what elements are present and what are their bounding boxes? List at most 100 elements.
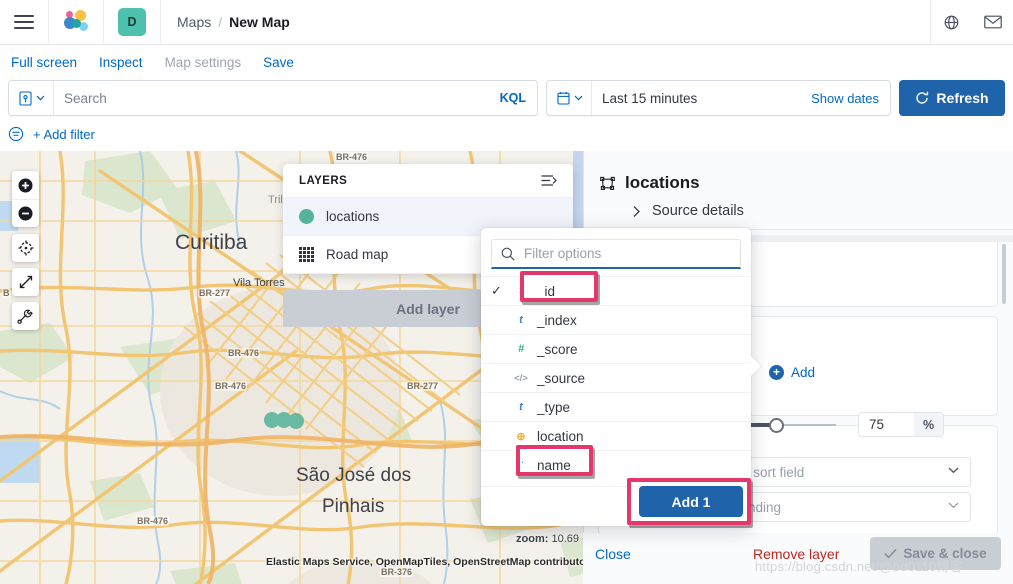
chevron-down-icon [948, 502, 959, 509]
opacity-input[interactable] [859, 413, 914, 436]
date-picker: Last 15 minutes Show dates [546, 80, 891, 116]
refresh-label: Refresh [936, 90, 989, 106]
chrome-spacer [290, 0, 931, 45]
fullscreen-button[interactable] [12, 268, 39, 296]
menu-item-full-screen[interactable]: Full screen [11, 55, 77, 70]
space-switcher[interactable]: D [104, 0, 161, 45]
plus-circle-icon: + [769, 365, 784, 380]
opacity-unit: % [914, 413, 944, 436]
field-type-icon: t [519, 314, 523, 326]
breadcrumb: Maps / New Map [161, 14, 290, 30]
field-option-_id[interactable]: ✓ t _id [481, 276, 751, 305]
field-filter-input[interactable] [522, 245, 731, 262]
refresh-icon [916, 91, 929, 104]
field-option-label: _type [537, 399, 571, 415]
date-range-value[interactable]: Last 15 minutes [592, 91, 800, 106]
zoom-out-icon [18, 206, 33, 221]
check-icon [884, 548, 897, 559]
field-option-_score[interactable]: # _score [481, 334, 751, 363]
date-quick-menu-button[interactable] [547, 81, 592, 115]
map-fullscreen-control [12, 268, 39, 296]
map-draw-control [12, 302, 39, 330]
search-bar: KQL [8, 80, 538, 116]
breadcrumb-separator: / [218, 14, 223, 30]
field-option-_type[interactable]: t _type [481, 392, 751, 421]
breadcrumb-current: New Map [229, 14, 290, 30]
field-type-icon: t [519, 459, 523, 471]
field-popover-footer: Add 1 [481, 486, 751, 526]
field-option-_index[interactable]: t _index [481, 305, 751, 334]
chevron-down-icon [574, 95, 583, 101]
field-option-_source[interactable]: </> _source [481, 363, 751, 392]
filter-bar: + Add filter [8, 122, 1005, 146]
panel-scrollbar[interactable] [1002, 244, 1006, 304]
field-type-icon: t [519, 401, 523, 413]
chevron-right-icon [633, 205, 640, 217]
zoom-out-button[interactable] [12, 199, 39, 227]
map-zoom-value: 10.69 [551, 533, 579, 545]
field-option-label: _index [537, 312, 577, 328]
map-attribution: Elastic Maps Service, OpenMapTiles, Open… [266, 556, 596, 568]
opacity-slider-thumb[interactable] [769, 417, 784, 433]
elastic-logo-icon [63, 9, 89, 35]
menu-item-save[interactable]: Save [263, 55, 294, 70]
refresh-button[interactable]: Refresh [899, 80, 1005, 116]
save-and-close-label: Save & close [903, 546, 987, 561]
opacity-number-field: % [858, 412, 945, 437]
layer-label: Road map [326, 247, 389, 262]
help-globe-icon[interactable] [931, 0, 972, 45]
top-chrome-bar: D Maps / New Map [0, 0, 1013, 45]
app-menu-bar: Full screen Inspect Map settings Save [0, 45, 1013, 79]
field-option-name[interactable]: t name [481, 450, 751, 479]
search-icon [501, 247, 515, 261]
grid-tiles-icon [299, 247, 314, 262]
field-option-label: _score [537, 341, 578, 357]
field-select-popover: ✓ t _id t _index # _score </> _source t … [481, 228, 751, 526]
field-option-location[interactable]: ⊕ location [481, 421, 751, 450]
add-selected-fields-button[interactable]: Add 1 [639, 486, 743, 517]
fit-to-data-button[interactable] [12, 234, 39, 262]
map-tool-controls [12, 234, 39, 262]
collapse-panel-icon[interactable] [541, 174, 557, 187]
wrench-icon [17, 309, 33, 324]
expand-arrows-icon [19, 275, 32, 289]
layer-detail-title: locations [625, 173, 700, 192]
field-type-icon: ⊕ [516, 430, 526, 443]
hamburger-menu-icon[interactable] [14, 15, 34, 29]
filter-icon[interactable] [8, 126, 24, 142]
field-filter-row [491, 239, 741, 269]
zoom-in-button[interactable] [12, 171, 39, 199]
menu-item-inspect[interactable]: Inspect [99, 55, 143, 70]
layer-panel-footer: Close Remove layer Save & close [583, 533, 1013, 584]
draw-tools-button[interactable] [12, 302, 39, 330]
space-avatar: D [118, 8, 146, 36]
field-options-list: ✓ t _id t _index # _score </> _source t … [481, 276, 751, 479]
query-language-button[interactable]: KQL [489, 91, 537, 105]
map-zoom-readout: zoom: 10.69 [516, 533, 579, 545]
close-button[interactable]: Close [595, 546, 631, 562]
search-input[interactable] [54, 90, 489, 106]
data-view-picker[interactable] [9, 81, 54, 115]
menu-button[interactable] [0, 0, 49, 45]
zoom-in-icon [18, 178, 33, 192]
show-dates-button[interactable]: Show dates [800, 91, 890, 106]
map-zoom-prefix: zoom: [516, 533, 549, 545]
source-details-accordion[interactable]: Source details [632, 203, 744, 219]
chevron-down-icon [36, 95, 45, 101]
field-option-label: _id [537, 283, 556, 299]
add-field-button[interactable]: + Add [769, 365, 815, 380]
add-filter-button[interactable]: + Add filter [33, 127, 95, 142]
map-zoom-controls [12, 171, 39, 227]
check-icon: ✓ [491, 283, 502, 298]
menu-item-map-settings[interactable]: Map settings [165, 55, 242, 70]
circle-symbol-icon [299, 209, 314, 224]
save-and-close-button[interactable]: Save & close [870, 537, 1001, 570]
breadcrumb-maps[interactable]: Maps [177, 14, 211, 30]
field-option-label: name [537, 457, 571, 473]
crosshair-icon [18, 240, 33, 256]
add-label: Add [791, 365, 816, 380]
mail-icon[interactable] [972, 0, 1013, 45]
remove-layer-button[interactable]: Remove layer [753, 546, 839, 562]
popover-arrow [750, 355, 761, 377]
elastic-logo[interactable] [49, 0, 104, 45]
